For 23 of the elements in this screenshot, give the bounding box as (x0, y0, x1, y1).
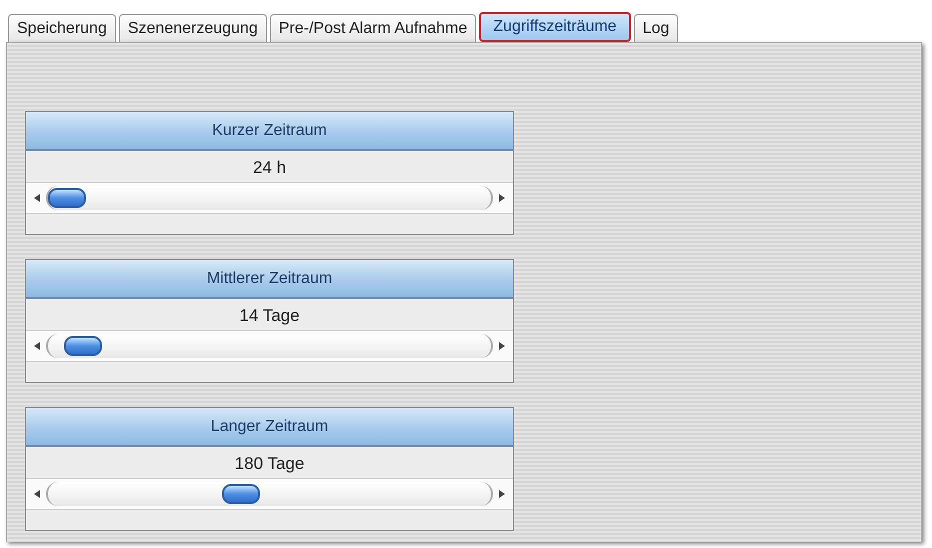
left-arrow-icon[interactable] (32, 193, 42, 203)
slider-track[interactable] (46, 334, 493, 358)
tab[interactable]: Zugriffszeiträume (479, 12, 631, 42)
slider-track[interactable] (46, 482, 493, 506)
slider-thumb[interactable] (64, 336, 102, 356)
left-arrow-icon[interactable] (32, 341, 42, 351)
tab[interactable]: Szenenerzeugung (118, 14, 267, 42)
slider-track[interactable] (46, 186, 493, 210)
slider-thumb[interactable] (48, 188, 86, 208)
group-header: Kurzer Zeitraum (26, 112, 513, 151)
slider-value: 180 Tage (234, 453, 306, 475)
left-arrow-icon[interactable] (32, 489, 42, 499)
group-header: Mittlerer Zeitraum (26, 260, 513, 299)
tab[interactable]: Pre-/Post Alarm Aufnahme (270, 14, 476, 42)
right-arrow-icon[interactable] (497, 341, 507, 351)
slider-thumb[interactable] (222, 484, 260, 504)
tab[interactable]: Log (634, 14, 678, 42)
right-arrow-icon[interactable] (497, 489, 507, 499)
tab[interactable]: Speicherung (8, 14, 116, 42)
slider-value: 14 Tage (238, 305, 301, 327)
right-arrow-icon[interactable] (497, 193, 507, 203)
slider-value: 24 h (252, 157, 288, 179)
group-header: Langer Zeitraum (26, 408, 513, 447)
